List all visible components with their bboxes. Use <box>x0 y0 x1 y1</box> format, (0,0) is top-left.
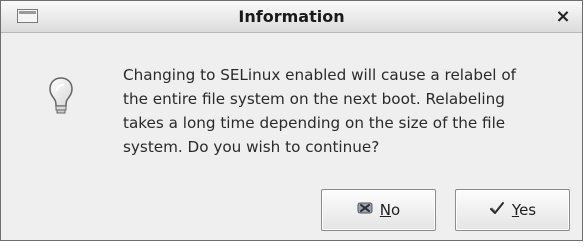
yes-mnemonic: Y <box>511 201 520 219</box>
dialog-message: Changing to SELinux enabled will cause a… <box>123 66 516 156</box>
no-label-rest: o <box>391 201 401 219</box>
no-button[interactable]: No <box>321 189 436 231</box>
dialog-content: Changing to SELinux enabled will cause a… <box>1 34 582 174</box>
lightbulb-icon <box>49 77 73 114</box>
no-mnemonic: N <box>379 201 392 219</box>
yes-label-rest: es <box>519 201 537 219</box>
yes-icon <box>489 200 505 220</box>
no-icon <box>357 200 373 220</box>
yes-button-label: Yes <box>512 201 536 219</box>
information-dialog: Information × Changing to SELinux enable… <box>0 0 583 241</box>
no-button-label: No <box>380 201 400 219</box>
close-button[interactable]: × <box>552 6 574 28</box>
window-title: Information <box>238 7 345 26</box>
yes-button[interactable]: Yes <box>455 189 570 231</box>
title-bar[interactable]: Information × <box>1 1 582 33</box>
